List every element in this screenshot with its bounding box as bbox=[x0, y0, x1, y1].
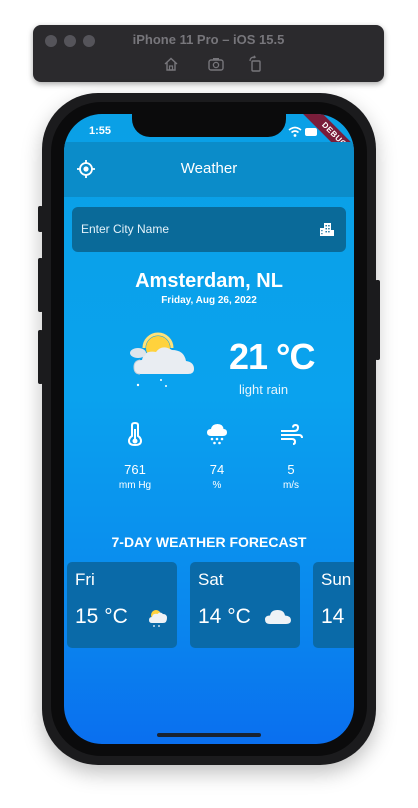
forecast-day: Sat bbox=[198, 570, 224, 589]
screenshot-icon[interactable] bbox=[207, 55, 225, 73]
pressure-stat: 761 mm Hg bbox=[95, 422, 175, 491]
sun-cloud-rain-icon bbox=[128, 330, 198, 390]
wind-value: 5 bbox=[287, 462, 295, 477]
app-bar: Weather bbox=[64, 142, 354, 197]
forecast-card[interactable]: Sat 14 °C bbox=[190, 562, 300, 648]
power-button bbox=[375, 280, 380, 360]
humidity-value: 74 bbox=[209, 462, 225, 477]
humidity-unit: % bbox=[212, 480, 222, 491]
app-title: Weather bbox=[180, 160, 238, 177]
forecast-card[interactable]: Fri 15 °C bbox=[67, 562, 177, 648]
forecast-day: Sun bbox=[321, 570, 352, 589]
home-indicator[interactable] bbox=[157, 733, 261, 737]
status-time: 1:55 bbox=[89, 125, 112, 137]
wind-unit: m/s bbox=[282, 480, 300, 491]
volume-down-button bbox=[38, 330, 43, 384]
city-search-input[interactable] bbox=[81, 219, 301, 239]
forecast-card[interactable]: Sun 14 bbox=[313, 562, 354, 648]
thermometer-icon bbox=[127, 422, 143, 446]
weather-description: light rain bbox=[239, 382, 289, 397]
forecast-title: 7-DAY WEATHER FORECAST bbox=[111, 534, 307, 550]
humidity-stat: 74 % bbox=[177, 422, 257, 491]
cloud-icon bbox=[264, 608, 292, 631]
wind-icon bbox=[281, 423, 303, 445]
simulator-title: iPhone 11 Pro – iOS 15.5 bbox=[132, 32, 285, 47]
forecast-temp: 14 bbox=[321, 605, 345, 628]
wind-stat: 5 m/s bbox=[251, 422, 331, 491]
home-icon[interactable] bbox=[162, 55, 180, 73]
current-temperature: 21 °C bbox=[229, 336, 315, 377]
wifi-icon bbox=[288, 126, 302, 137]
city-icon[interactable] bbox=[319, 221, 335, 237]
volume-up-button bbox=[38, 258, 43, 312]
rotate-icon[interactable] bbox=[247, 55, 265, 73]
forecast-day: Fri bbox=[75, 570, 95, 589]
notch bbox=[132, 114, 286, 137]
status-icons bbox=[288, 125, 318, 137]
pressure-unit: mm Hg bbox=[118, 480, 152, 491]
simulator-title-bar: iPhone 11 Pro – iOS 15.5 bbox=[33, 25, 384, 82]
city-name: Amsterdam, NL bbox=[135, 270, 283, 292]
sun-cloud-rain-icon bbox=[147, 608, 169, 633]
city-search-field[interactable] bbox=[72, 207, 346, 252]
pressure-value: 761 bbox=[124, 462, 146, 477]
forecast-temp: 15 °C bbox=[75, 605, 128, 628]
battery-icon bbox=[305, 128, 317, 136]
app-screen: 1:55 DEBUG Weather Enter City Name Amste… bbox=[64, 114, 354, 744]
current-date: Friday, Aug 26, 2022 bbox=[161, 295, 257, 306]
rain-cloud-icon bbox=[207, 424, 227, 445]
forecast-temp: 14 °C bbox=[198, 605, 251, 628]
silent-switch bbox=[38, 206, 43, 232]
